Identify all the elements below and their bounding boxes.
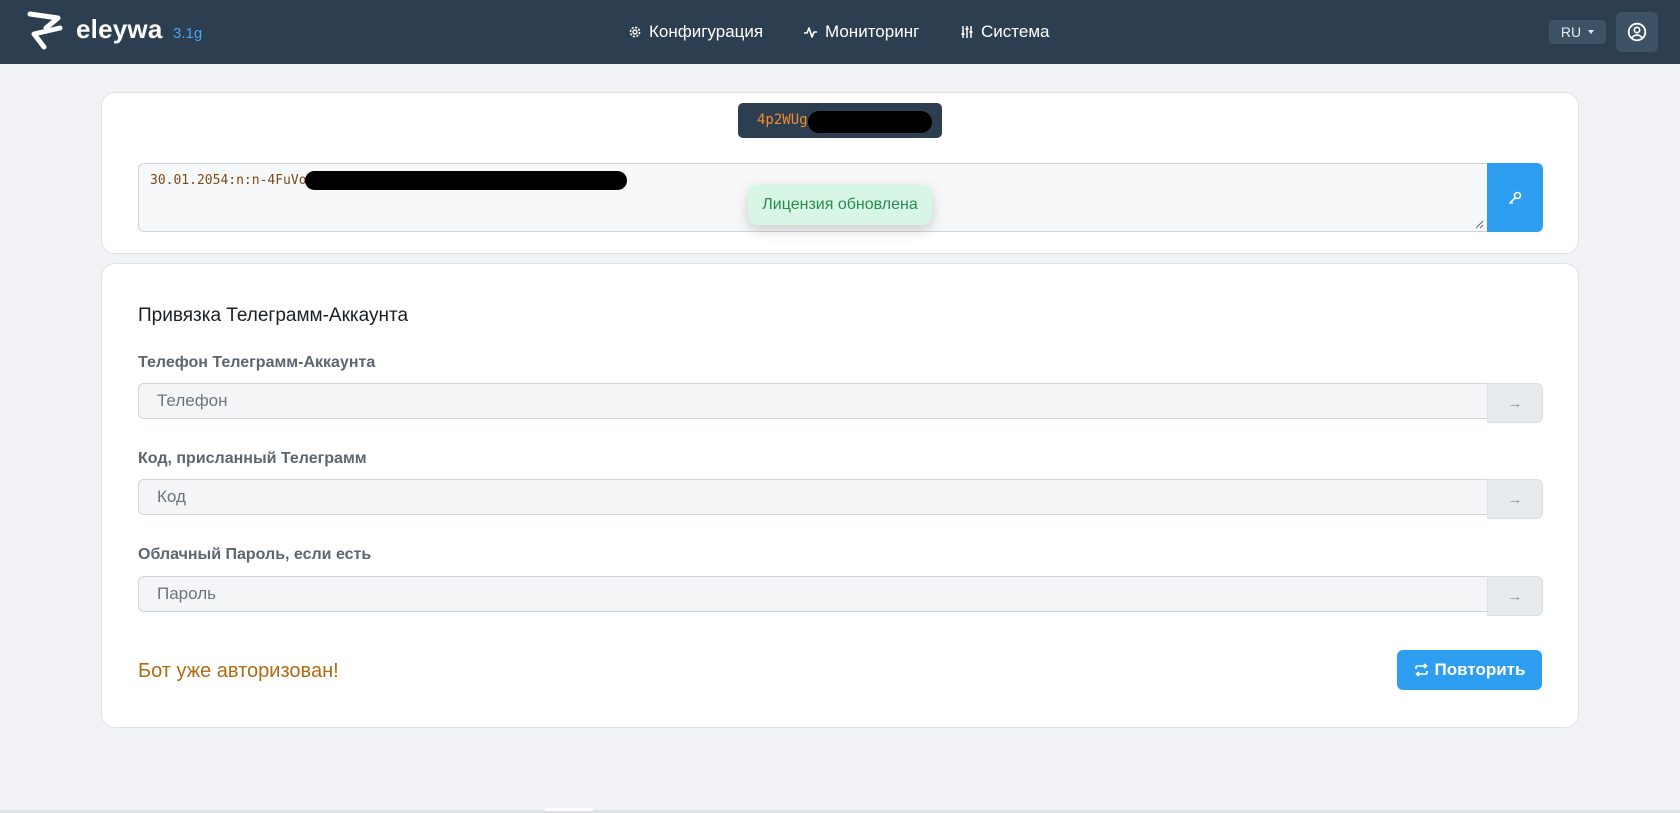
language-value: RU: [1560, 24, 1582, 40]
password-submit-button[interactable]: →: [1487, 576, 1543, 616]
pulse-icon: [804, 27, 817, 38]
phone-submit-button[interactable]: →: [1487, 383, 1543, 423]
user-circle-icon: [1627, 22, 1647, 42]
toast-message: Лицензия обновлена: [762, 196, 918, 213]
repeat-icon: [1414, 663, 1428, 677]
eleywa-logo-icon[interactable]: [24, 11, 66, 51]
authorization-status: Бот уже авторизован!: [138, 660, 339, 682]
gear-icon: [629, 26, 641, 38]
nav-system-label: Система: [981, 22, 1050, 41]
top-navbar: eleywa 3.1g Конфигурация Мониторинг Сист…: [0, 0, 1680, 64]
arrow-right-icon: →: [1507, 587, 1523, 605]
arrow-right-icon: →: [1507, 490, 1523, 508]
password-label: Облачный Пароль, если есть: [138, 546, 372, 563]
language-dropdown[interactable]: RU: [1549, 20, 1606, 44]
nav-system[interactable]: Система: [960, 0, 1049, 64]
redaction-mask: [808, 111, 932, 133]
resize-handle-icon[interactable]: [1474, 219, 1484, 229]
nav-monitoring[interactable]: Мониторинг: [803, 0, 919, 64]
password-input[interactable]: [138, 576, 1488, 612]
nav-configuration-label: Конфигурация: [649, 22, 764, 41]
license-key-text: 4p2WUg: [757, 112, 808, 128]
redaction-mask: [305, 171, 627, 190]
key-icon: [1508, 191, 1522, 204]
code-label: Код, присланный Телеграмм: [138, 450, 367, 467]
version-badge: 3.1g: [173, 25, 203, 42]
success-toast: Лицензия обновлена: [748, 185, 932, 225]
nav-configuration[interactable]: Конфигурация: [628, 0, 763, 64]
phone-input[interactable]: [138, 383, 1488, 419]
phone-label: Телефон Телеграмм-Аккаунта: [138, 354, 376, 371]
arrow-right-icon: →: [1507, 394, 1523, 412]
license-textarea-value: 30.01.2054:n:n-4FuVo: [150, 173, 307, 188]
section-title: Привязка Телеграмм-Аккаунта: [138, 305, 409, 326]
account-button[interactable]: [1616, 12, 1658, 52]
bottom-tab-marker: [545, 808, 593, 811]
sliders-icon: [961, 26, 973, 38]
apply-license-button[interactable]: [1487, 163, 1543, 232]
caret-down-icon: [1588, 30, 1595, 34]
nav-monitoring-label: Мониторинг: [825, 22, 920, 41]
retry-button[interactable]: Повторить: [1397, 650, 1542, 690]
retry-label: Повторить: [1434, 660, 1526, 679]
code-submit-button[interactable]: →: [1487, 479, 1543, 519]
brand-name[interactable]: eleywa: [76, 14, 163, 45]
code-input[interactable]: [138, 479, 1488, 515]
